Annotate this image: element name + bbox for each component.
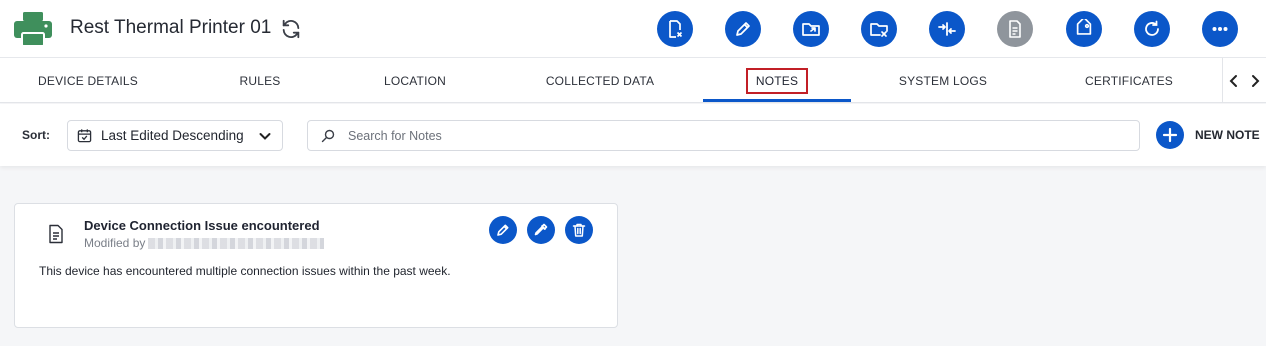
note-body: This device has encountered multiple con… [39,264,451,278]
modified-by-label: Modified by [84,236,146,250]
tab-scroll-controls [1222,58,1266,103]
calendar-icon [77,129,92,143]
eyedropper-icon [534,223,548,236]
document-icon [1009,20,1021,38]
refresh-icon[interactable] [280,18,302,40]
arrows-inward-icon [938,22,956,36]
pencil-icon [736,22,750,36]
remove-from-folder-button[interactable] [861,11,897,47]
note-document-icon [49,224,63,244]
edit-device-button[interactable] [725,11,761,47]
tab-scroll-left-button[interactable] [1223,58,1245,103]
chevron-down-icon [259,132,271,140]
pin-note-button[interactable] [527,216,555,244]
more-actions-button[interactable] [1202,11,1238,47]
printer-icon [14,12,52,46]
tab-system-logs[interactable]: SYSTEM LOGS [883,58,1003,103]
new-note-label: NEW NOTE [1195,128,1260,142]
report-button [997,11,1033,47]
tab-rules[interactable]: RULES [200,58,320,103]
search-field [307,120,1140,151]
redacted-author [148,237,325,249]
device-title: Rest Thermal Printer 01 [70,17,272,38]
reboot-button[interactable] [1134,11,1170,47]
trash-icon [572,223,586,237]
tab-notes-label: NOTES [745,67,809,94]
decommission-device-button[interactable] [657,11,693,47]
tag-icon [1076,19,1092,35]
new-note-button[interactable]: NEW NOTE [1156,120,1260,150]
sort-value: Last Edited Descending [101,128,244,143]
sort-label: Sort: [22,128,50,142]
chevron-right-icon [1252,74,1260,87]
pencil-icon [497,224,509,236]
tab-location[interactable]: LOCATION [355,58,475,103]
search-icon [321,129,335,142]
tab-notes[interactable]: NOTES [703,58,851,103]
chevron-left-icon [1229,74,1237,87]
note-title: Device Connection Issue encountered [84,218,320,233]
active-tab-indicator [703,99,851,102]
notes-toolbar: Sort: Last Edited Descending NEW NOTE [0,104,1266,166]
restart-icon [1145,20,1159,36]
folder-x-icon [870,23,888,37]
tab-certificates[interactable]: CERTIFICATES [1063,58,1195,103]
note-card: Device Connection Issue encountered Modi… [14,203,618,328]
plus-icon [1156,121,1184,149]
device-header: Rest Thermal Printer 01 [0,0,1266,58]
delete-note-button[interactable] [565,216,593,244]
tab-collected-data[interactable]: COLLECTED DATA [530,58,670,103]
compare-button[interactable] [929,11,965,47]
tab-device-details[interactable]: DEVICE DETAILS [20,58,156,103]
ellipsis-icon [1212,27,1228,31]
edit-note-button[interactable] [489,216,517,244]
device-x-icon [669,20,683,38]
search-input[interactable] [348,128,1128,143]
tag-button[interactable] [1066,11,1102,47]
sort-dropdown[interactable]: Last Edited Descending [67,120,283,151]
move-to-folder-button[interactable] [793,11,829,47]
note-modified-by: Modified by [84,236,325,250]
tab-bar: DEVICE DETAILS RULES LOCATION COLLECTED … [0,58,1266,103]
folder-export-icon [802,23,820,36]
tab-scroll-right-button[interactable] [1245,58,1266,103]
